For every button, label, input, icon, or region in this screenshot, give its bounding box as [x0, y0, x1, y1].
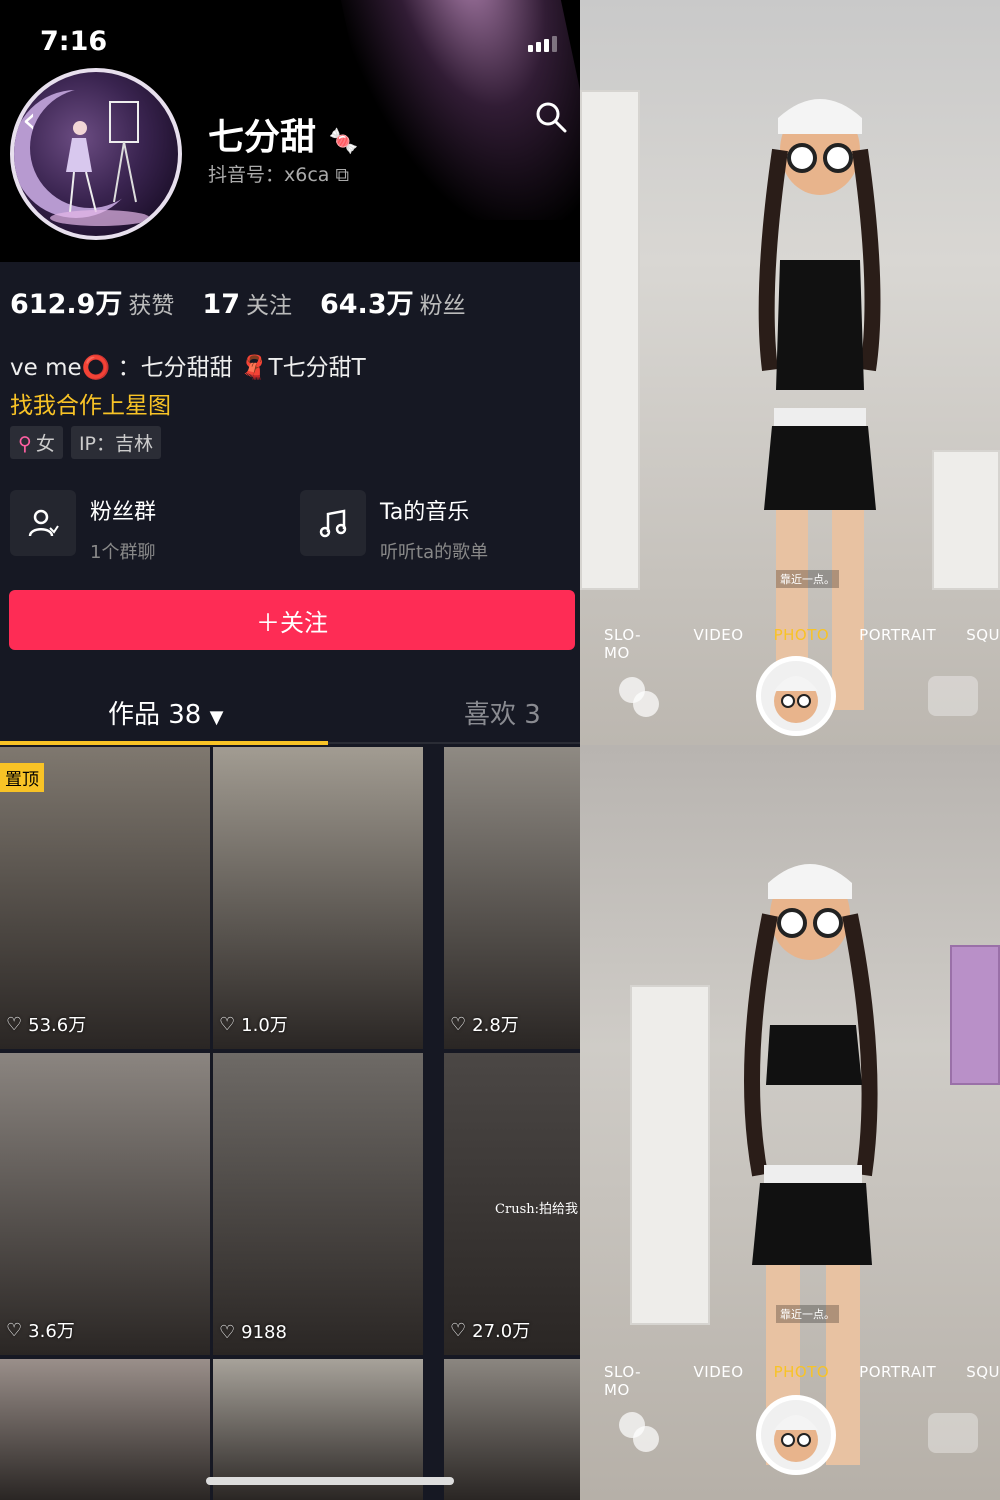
video-like-count: ♡ 2.8万: [450, 1011, 519, 1037]
heart-icon: ♡: [450, 1013, 467, 1035]
heart-icon: ♡: [6, 1013, 23, 1035]
camera-view-bottom: 靠近一点。 SLO-MO VIDEO PHOTO PORTRAIT SQU: [580, 745, 1000, 1500]
tab-works-label: 作品 38: [108, 700, 202, 730]
like-count-text: 9188: [241, 1322, 287, 1343]
mode-slo-mo[interactable]: SLO-MO: [604, 1363, 664, 1399]
fan-group-card[interactable]: 粉丝群 1个群聊: [10, 490, 156, 564]
stat-likes: 612.9万 获赞: [10, 282, 174, 321]
ip-tag: IP：吉林: [70, 426, 161, 459]
tab-works[interactable]: 作品 38 ▼: [108, 694, 223, 731]
tab-active-indicator: [0, 741, 328, 745]
stat-label: 关注: [245, 293, 292, 319]
profile-tabs: 作品 38 ▼ 喜欢 3: [0, 690, 580, 745]
like-count-text: 53.6万: [28, 1015, 87, 1036]
flip-camera-icon[interactable]: [928, 676, 978, 716]
video-like-count: ♡ 9188: [219, 1322, 287, 1343]
video-thumbnail[interactable]: [444, 1359, 580, 1500]
person-figure: [758, 99, 881, 710]
stat-value: 64.3万: [319, 289, 414, 320]
profile-bio: ve me⭕ ：七分甜甜 🧣T七分甜T: [10, 355, 366, 381]
gender-label: 女: [35, 433, 55, 455]
video-caption: Crush:拍给我: [495, 1202, 578, 1217]
douyin-id-text: 抖音号：x6ca: [208, 164, 330, 186]
video-thumbnail[interactable]: ♡ 2.8万: [444, 747, 580, 1049]
music-note-icon: [300, 490, 367, 556]
back-icon[interactable]: ‹: [22, 100, 36, 141]
heart-icon: ♡: [450, 1319, 467, 1341]
like-count-text: 2.8万: [472, 1015, 519, 1036]
mode-square[interactable]: SQU: [966, 626, 1000, 662]
female-icon: ⚲: [18, 433, 32, 455]
status-time: 7:16: [40, 26, 108, 57]
shutter-button[interactable]: [756, 656, 836, 736]
tab-likes[interactable]: 喜欢 3: [464, 694, 541, 731]
signal-icon: [528, 36, 557, 52]
card-subtitle: 1个群聊: [90, 542, 156, 563]
camera-hint: 靠近一点。: [776, 1305, 839, 1323]
profile-stats: 612.9万 获赞 17 关注 64.3万 粉丝: [10, 282, 466, 321]
mode-square[interactable]: SQU: [966, 1363, 1000, 1399]
stat-label: 粉丝: [419, 293, 466, 319]
filters-icon[interactable]: [616, 1409, 662, 1455]
music-card[interactable]: Ta的音乐 听听ta的歌单: [300, 490, 488, 564]
like-count-text: 1.0万: [241, 1015, 288, 1036]
search-icon[interactable]: [534, 100, 568, 134]
video-thumbnail[interactable]: ♡ 9188: [213, 1053, 423, 1355]
home-indicator[interactable]: [206, 1477, 454, 1485]
memoji-icon: [774, 1415, 818, 1462]
profile-name: 七分甜 🍬: [208, 108, 358, 160]
camera-mode-bar: SLO-MO VIDEO PHOTO PORTRAIT SQU: [580, 1363, 1000, 1399]
copy-icon[interactable]: ⧉: [335, 164, 349, 186]
profile-tags: ⚲ 女 IP：吉林: [10, 426, 161, 459]
profile-header: 7:16 ‹ 七分甜 🍬 抖音号：x6ca ⧉: [0, 0, 580, 262]
video-like-count: ♡ 53.6万: [6, 1011, 86, 1037]
candy-icon: 🍬: [328, 127, 359, 155]
video-thumbnail[interactable]: ♡ 3.6万: [0, 1053, 210, 1355]
promo-link[interactable]: 找我合作上星图: [10, 386, 171, 420]
flip-camera-icon[interactable]: [928, 1413, 978, 1453]
video-thumbnail[interactable]: ♡ 1.0万: [213, 747, 423, 1049]
video-like-count: ♡ 3.6万: [6, 1317, 75, 1343]
stat-label: 获赞: [128, 293, 175, 319]
video-thumbnail[interactable]: [0, 1359, 210, 1500]
fan-group-icon: [10, 490, 76, 556]
pinned-badge: 置顶: [0, 763, 44, 792]
shutter-button[interactable]: [756, 1395, 836, 1475]
mode-photo[interactable]: PHOTO: [774, 1363, 830, 1399]
profile-screen: 7:16 ‹ 七分甜 🍬 抖音号：x6ca ⧉ 612.9万 获赞 17 关注 …: [0, 0, 580, 1500]
video-like-count: ♡ 27.0万: [450, 1317, 530, 1343]
video-thumbnail[interactable]: Crush:拍给我 ♡ 27.0万: [444, 1053, 580, 1355]
heart-icon: ♡: [6, 1319, 23, 1341]
card-title: 粉丝群: [90, 500, 157, 525]
painter-figure-icon: [50, 101, 150, 226]
stat-followers[interactable]: 64.3万 粉丝: [320, 282, 466, 321]
like-count-text: 27.0万: [472, 1321, 531, 1342]
mode-portrait[interactable]: PORTRAIT: [859, 1363, 936, 1399]
mode-video[interactable]: VIDEO: [694, 1363, 744, 1399]
heart-icon: ♡: [219, 1013, 236, 1035]
mode-slo-mo[interactable]: SLO-MO: [604, 626, 664, 662]
camera-hint: 靠近一点。: [776, 570, 839, 588]
avatar[interactable]: [10, 68, 182, 240]
memoji-icon: [774, 676, 818, 723]
video-like-count: ♡ 1.0万: [219, 1011, 288, 1037]
stat-following[interactable]: 17 关注: [202, 286, 292, 320]
heart-icon: ♡: [219, 1322, 236, 1343]
follow-button[interactable]: ＋关注: [9, 590, 575, 650]
mode-video[interactable]: VIDEO: [694, 626, 744, 662]
caret-down-icon: ▼: [209, 707, 224, 728]
profile-cards: 粉丝群 1个群聊 Ta的音乐 听听ta的歌单: [10, 490, 488, 564]
profile-name-text: 七分甜: [208, 117, 317, 158]
mode-portrait[interactable]: PORTRAIT: [859, 626, 936, 662]
like-count-text: 3.6万: [28, 1321, 75, 1342]
card-title: Ta的音乐: [380, 500, 470, 525]
stat-value: 17: [202, 289, 240, 320]
card-subtitle: 听听ta的歌单: [380, 542, 489, 563]
stat-value: 612.9万: [10, 289, 123, 320]
gender-tag: ⚲ 女: [10, 426, 63, 459]
filters-icon[interactable]: [616, 674, 662, 720]
douyin-id[interactable]: 抖音号：x6ca ⧉: [208, 160, 349, 187]
video-thumbnail[interactable]: 置顶 ♡ 53.6万: [0, 747, 210, 1049]
camera-view-top: 靠近一点。 SLO-MO VIDEO PHOTO PORTRAIT SQU: [580, 0, 1000, 745]
